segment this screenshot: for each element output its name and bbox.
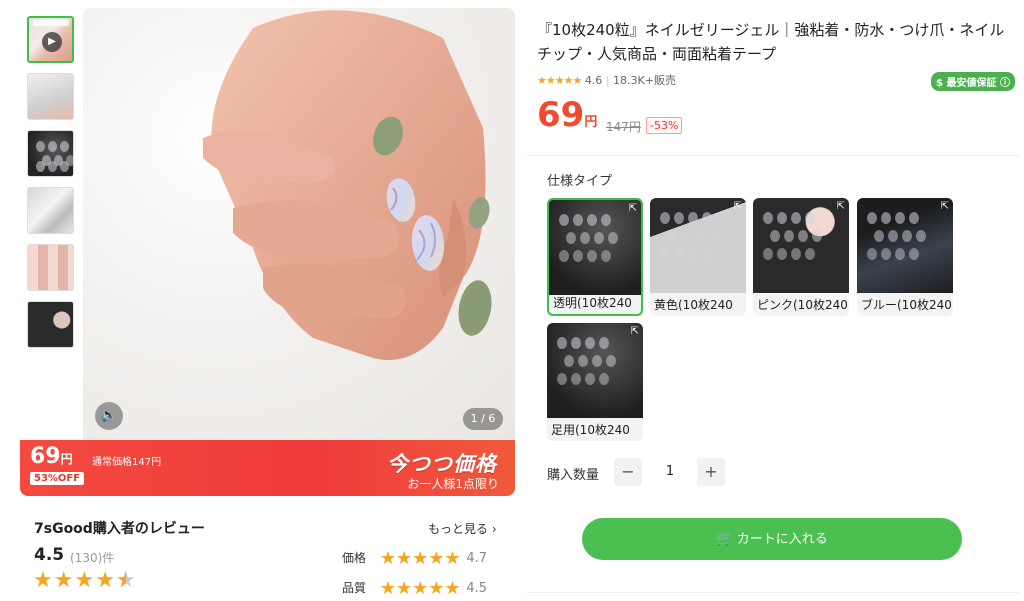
promo-limit: お一人様1点限り (407, 477, 499, 491)
thumbnail-video[interactable]: ▶ (27, 16, 74, 63)
promo-price-value: 69 (30, 444, 61, 469)
option-image (650, 198, 746, 293)
promo-title: 今つつ価格 (387, 452, 497, 476)
main-product-video[interactable]: 🔈 1 / 6 (83, 8, 515, 440)
review-count: (130)件 (70, 551, 115, 565)
thumbnail-image[interactable] (27, 301, 74, 348)
promo-price-yen: 円 (60, 452, 73, 466)
dollar-icon: $ (936, 78, 943, 89)
product-page: ▶ 🔈 1 / 6 69円 通常価格147円 53%OFF 今つつ価格 お一人様… (0, 0, 1024, 601)
promo-discount-badge: 53%OFF (30, 472, 85, 485)
option-foot[interactable]: ⇱ 足用(10枚240 (547, 323, 643, 441)
star-icon: ★ (33, 568, 54, 593)
sub-rating-label: 価格 (342, 551, 367, 565)
quantity-plus-button[interactable]: + (697, 458, 725, 486)
option-image (857, 198, 953, 293)
guarantee-label: 最安値保証 (946, 78, 997, 89)
option-clear[interactable]: ⇱ 透明(10枚240 (547, 198, 643, 316)
discount-badge: -53% (646, 117, 683, 134)
sub-rating-label: 品質 (342, 581, 367, 595)
expand-icon[interactable]: ⇱ (734, 201, 742, 212)
option-pink[interactable]: ⇱ ピンク(10枚240 (753, 198, 849, 316)
info-icon: ⓘ (999, 78, 1010, 89)
sub-rating-price: 価格 ★★★★★ 4.7 (342, 548, 487, 569)
star-icon: ★ (53, 568, 75, 593)
promo-regular-price: 通常価格147円 (92, 457, 162, 468)
expand-icon[interactable]: ⇱ (941, 201, 949, 212)
mute-icon[interactable]: 🔈 (95, 402, 123, 430)
spec-label: 仕様タイプ (547, 174, 613, 189)
option-label: 黄色(10枚240 (654, 298, 733, 312)
add-to-cart-label: カートに入れる (736, 532, 828, 547)
quantity-value[interactable]: 1 (655, 464, 685, 479)
product-title: 『10枚240粒』ネイルゼリージェル｜強粘着・防水・つけ爪・ネイルチップ・人気商… (537, 21, 1005, 63)
product-rating: 4.6 (584, 74, 603, 87)
quantity-minus-button[interactable]: − (614, 458, 642, 486)
star-icons: ★★★★★ (379, 548, 461, 569)
divider (527, 592, 1019, 593)
reviews-title: 7sGood購入者のレビュー (34, 521, 205, 537)
option-image (549, 200, 641, 295)
half-star-icon: ★ (116, 568, 137, 593)
product-rating-row: ★★★★★ 4.6 | 18.3K+販売 (537, 72, 676, 88)
quantity-label: 購入数量 (547, 468, 600, 483)
promo-banner: 69円 通常価格147円 53%OFF 今つつ価格 お一人様1点限り (20, 440, 515, 496)
expand-icon[interactable]: ⇱ (631, 326, 639, 337)
option-blue[interactable]: ⇱ ブルー(10枚240 (857, 198, 953, 316)
thumbnail-image[interactable] (27, 130, 74, 177)
product-sold: 18.3K+販売 (613, 74, 676, 87)
option-image (753, 198, 849, 293)
promo-price: 69円 (30, 444, 73, 469)
option-label: 透明(10枚240 (553, 296, 632, 310)
option-label: 足用(10枚240 (551, 423, 630, 437)
option-yellow[interactable]: ⇱ 黄色(10枚240 (650, 198, 746, 316)
star-icons: ★★★★★ (537, 74, 582, 87)
option-label: ピンク(10枚240 (757, 298, 848, 312)
play-icon: ▶ (42, 32, 62, 52)
option-label: ブルー(10枚240 (861, 298, 952, 312)
thumbnail-overlay (33, 20, 69, 26)
product-price: 69円 (537, 95, 597, 135)
guarantee-badge[interactable]: $ 最安値保証 ⓘ (931, 72, 1015, 91)
star-icons: ★★★★★ (379, 578, 461, 599)
review-stars: ★★★★★ (33, 568, 137, 593)
price-value: 69 (537, 95, 585, 135)
expand-icon[interactable]: ⇱ (837, 201, 845, 212)
image-counter: 1 / 6 (463, 408, 503, 430)
chevron-right-icon: › (491, 522, 497, 536)
original-price: 147円 (606, 120, 641, 134)
sub-rating-value: 4.5 (466, 581, 488, 596)
expand-icon[interactable]: ⇱ (629, 203, 637, 214)
reviews-more-link[interactable]: もっと見る › (428, 520, 497, 537)
sub-rating-value: 4.7 (466, 551, 488, 566)
review-score: 4.5 (34, 545, 65, 565)
hand-illustration (203, 10, 492, 360)
thumbnail-list: ▶ (27, 16, 77, 358)
sub-rating-quality: 品質 ★★★★★ 4.5 (342, 578, 487, 599)
reviews-more-label: もっと見る (428, 522, 489, 536)
divider (527, 155, 1019, 156)
star-icon: ★ (95, 568, 116, 593)
price-yen: 円 (584, 115, 598, 130)
cart-icon: 🛒 (716, 531, 734, 547)
divider: | (605, 74, 610, 87)
thumbnail-image[interactable] (27, 73, 74, 120)
thumbnail-image[interactable] (27, 244, 74, 291)
option-image (547, 323, 643, 418)
thumbnail-image[interactable] (27, 187, 74, 234)
star-icon: ★ (74, 568, 96, 593)
add-to-cart-button[interactable]: 🛒 カートに入れる (582, 518, 962, 560)
